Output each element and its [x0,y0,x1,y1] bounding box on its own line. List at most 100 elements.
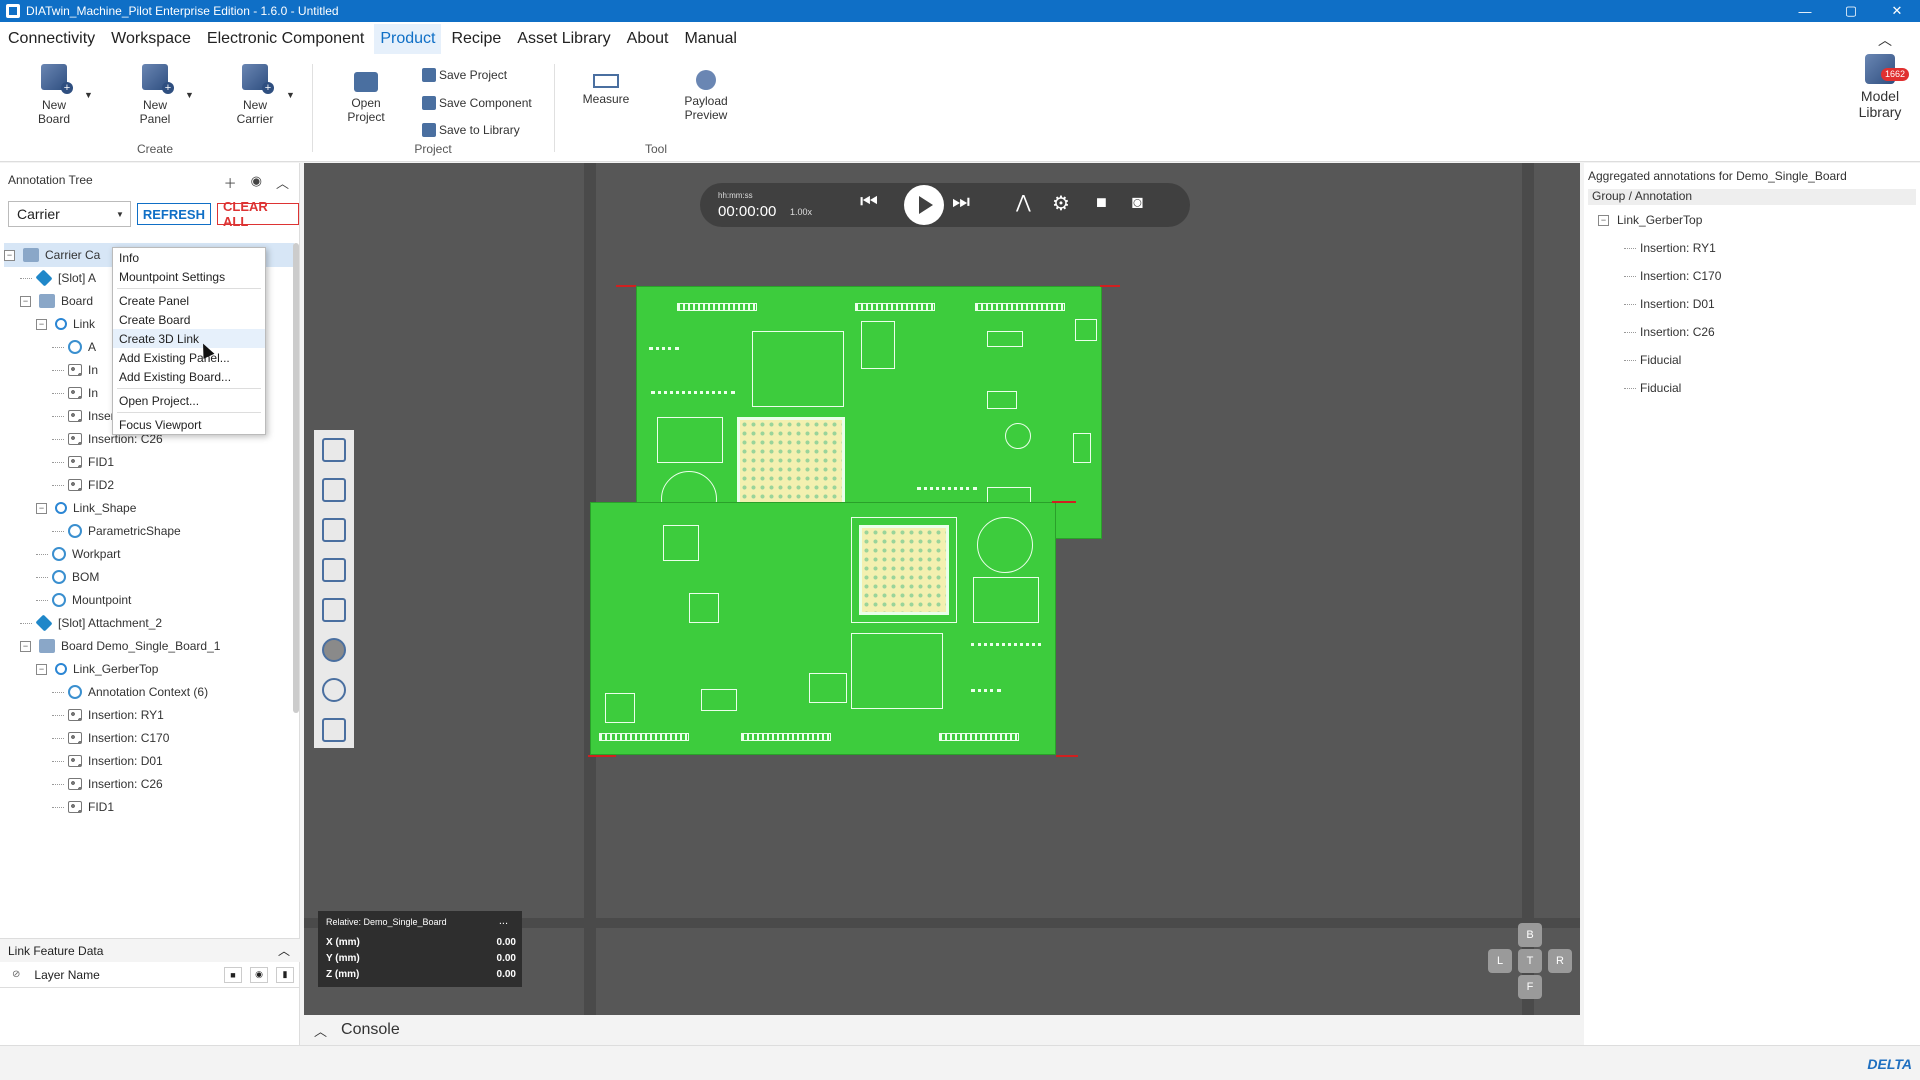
menu-focus-viewport[interactable]: Focus Viewport [113,415,265,434]
annotation-item[interactable]: Insertion: D01 [1624,297,1715,311]
pcb-board-bottom[interactable] [590,502,1056,755]
open-project-button[interactable]: Open Project [336,62,396,124]
tree-row[interactable]: Mountpoint [36,588,294,612]
collapse-toggle-icon[interactable]: − [36,318,47,330]
axes-icon[interactable] [322,598,346,622]
visibility-icon[interactable]: ◉ [250,966,268,983]
menu-mountpoint-settings[interactable]: Mountpoint Settings [113,267,265,286]
menu-asset-library[interactable]: Asset Library [511,24,616,54]
tree-row[interactable]: − Link_GerberTop [36,657,294,681]
camera-icon[interactable]: ◙ [1132,192,1143,213]
collapse-toggle-icon[interactable]: − [4,249,15,261]
new-carrier-dropdown-icon[interactable]: ▼ [286,90,295,100]
annotation-item[interactable]: Fiducial [1624,381,1681,395]
gear-icon[interactable]: ⚙ [1052,191,1070,216]
clear-all-button[interactable]: CLEAR ALL [217,199,299,229]
menu-electronic-component[interactable]: Electronic Component [201,24,370,54]
eye-icon[interactable]: ◉ [251,173,262,192]
focus-icon[interactable] [322,718,346,742]
menu-info[interactable]: Info [113,248,265,267]
close-button[interactable]: ✕ [1874,0,1920,22]
view-front-button[interactable]: F [1518,975,1542,999]
menu-add-existing-panel[interactable]: Add Existing Panel... [113,348,265,367]
measure-button[interactable]: Measure [576,62,636,106]
zoom-icon[interactable] [322,518,346,542]
minimize-button[interactable]: — [1782,0,1828,22]
tree-row[interactable]: Insertion: RY1 [52,703,294,727]
view-top-button[interactable]: T [1518,949,1542,973]
collapse-ribbon-icon[interactable]: ︿ [1878,30,1892,50]
collapse-toggle-icon[interactable]: − [36,663,47,675]
menu-connectivity[interactable]: Connectivity [2,24,101,54]
collapse-toggle-icon[interactable]: − [20,640,31,652]
group-row[interactable]: − Link_GerberTop [1598,213,1702,227]
sphere-icon[interactable] [322,638,346,662]
add-icon[interactable]: ＋ [224,173,237,192]
video-camera-icon[interactable]: ■ [1096,192,1107,213]
annotation-item[interactable]: Insertion: C170 [1624,269,1721,283]
fit-all-icon[interactable] [322,438,346,462]
menu-create-board[interactable]: Create Board [113,310,265,329]
menu-workspace[interactable]: Workspace [105,24,197,54]
tree-row[interactable]: FID1 [52,795,294,819]
annotation-item[interactable]: Fiducial [1624,353,1681,367]
refresh-button[interactable]: REFRESH [136,203,211,225]
new-carrier-button[interactable]: New Carrier [225,62,285,126]
tree-row[interactable]: Workpart [36,542,294,566]
3d-viewport[interactable]: hh:mm:ss 00:00:00 1.00x ⏮ ⏭ ⋀ ⚙ ■ ◙ Rela… [304,163,1580,1015]
collapse-toggle-icon[interactable]: − [1598,214,1609,226]
fit-selection-icon[interactable] [322,478,346,502]
menu-add-existing-board[interactable]: Add Existing Board... [113,367,265,386]
tree-row[interactable]: [Slot] Attachment_2 [20,611,294,635]
tree-row[interactable]: FID2 [52,473,294,497]
collapse-feature-icon[interactable]: ︿ [278,942,290,959]
tree-row[interactable]: Insertion: C170 [52,726,294,750]
maximize-button[interactable]: ▢ [1828,0,1874,22]
tree-row[interactable]: − Board Demo_Single_Board_1 [20,634,294,658]
save-component-button[interactable]: Save Component [422,96,532,110]
new-board-button[interactable]: New Board [24,62,84,126]
model-library-button[interactable]: 1662 Model Library [1848,54,1912,120]
tree-row[interactable]: Insertion: D01 [52,749,294,773]
tree-row[interactable]: BOM [36,565,294,589]
tree-scrollbar[interactable] [293,243,299,713]
save-project-button[interactable]: Save Project [422,68,507,82]
view-right-button[interactable]: R [1548,949,1572,973]
playback-speed[interactable]: 1.00x [790,207,812,217]
view-left-button[interactable]: L [1488,949,1512,973]
grid-icon[interactable] [322,558,346,582]
coords-more-button[interactable]: ... [499,915,508,927]
payload-preview-button[interactable]: Payload Preview [676,62,736,122]
new-panel-dropdown-icon[interactable]: ▼ [185,90,194,100]
new-board-dropdown-icon[interactable]: ▼ [84,90,93,100]
collapse-toggle-icon[interactable]: − [20,295,31,307]
delete-icon[interactable]: ▮ [276,966,294,983]
new-panel-button[interactable]: New Panel [125,62,185,126]
orbit-icon[interactable] [322,678,346,702]
menu-create-3d-link[interactable]: Create 3D Link [113,329,265,348]
tree-row[interactable]: FID1 [52,450,294,474]
tree-row[interactable]: ParametricShape [52,519,294,543]
skip-start-icon[interactable]: ⏮ [860,191,878,214]
console-bar[interactable]: ︿ Console [304,1015,1580,1045]
annotation-item[interactable]: Insertion: RY1 [1624,241,1716,255]
menu-recipe[interactable]: Recipe [445,24,507,54]
view-back-button[interactable]: B [1518,923,1542,947]
collapse-panel-icon[interactable]: ︿ [276,173,289,192]
menu-about[interactable]: About [621,24,675,54]
lock-icon[interactable]: ■ [224,966,242,983]
tree-row[interactable]: Insertion: C26 [52,772,294,796]
menu-create-panel[interactable]: Create Panel [113,291,265,310]
menu-manual[interactable]: Manual [678,24,742,54]
annotation-item[interactable]: Insertion: C26 [1624,325,1715,339]
tree-type-select[interactable]: Carrier [8,201,131,227]
step-forward-icon[interactable]: ⏭ [952,191,970,214]
expand-console-icon[interactable]: ︿ [314,1021,327,1040]
collapse-toggle-icon[interactable]: − [36,502,47,514]
tree-row[interactable]: − Link_Shape [36,496,294,520]
save-to-library-button[interactable]: Save to Library [422,123,520,137]
tree-row[interactable]: Annotation Context (6) [52,680,294,704]
play-button[interactable] [904,185,944,225]
robot-arm-icon[interactable]: ⋀ [1016,192,1031,213]
menu-open-project[interactable]: Open Project... [113,391,265,410]
